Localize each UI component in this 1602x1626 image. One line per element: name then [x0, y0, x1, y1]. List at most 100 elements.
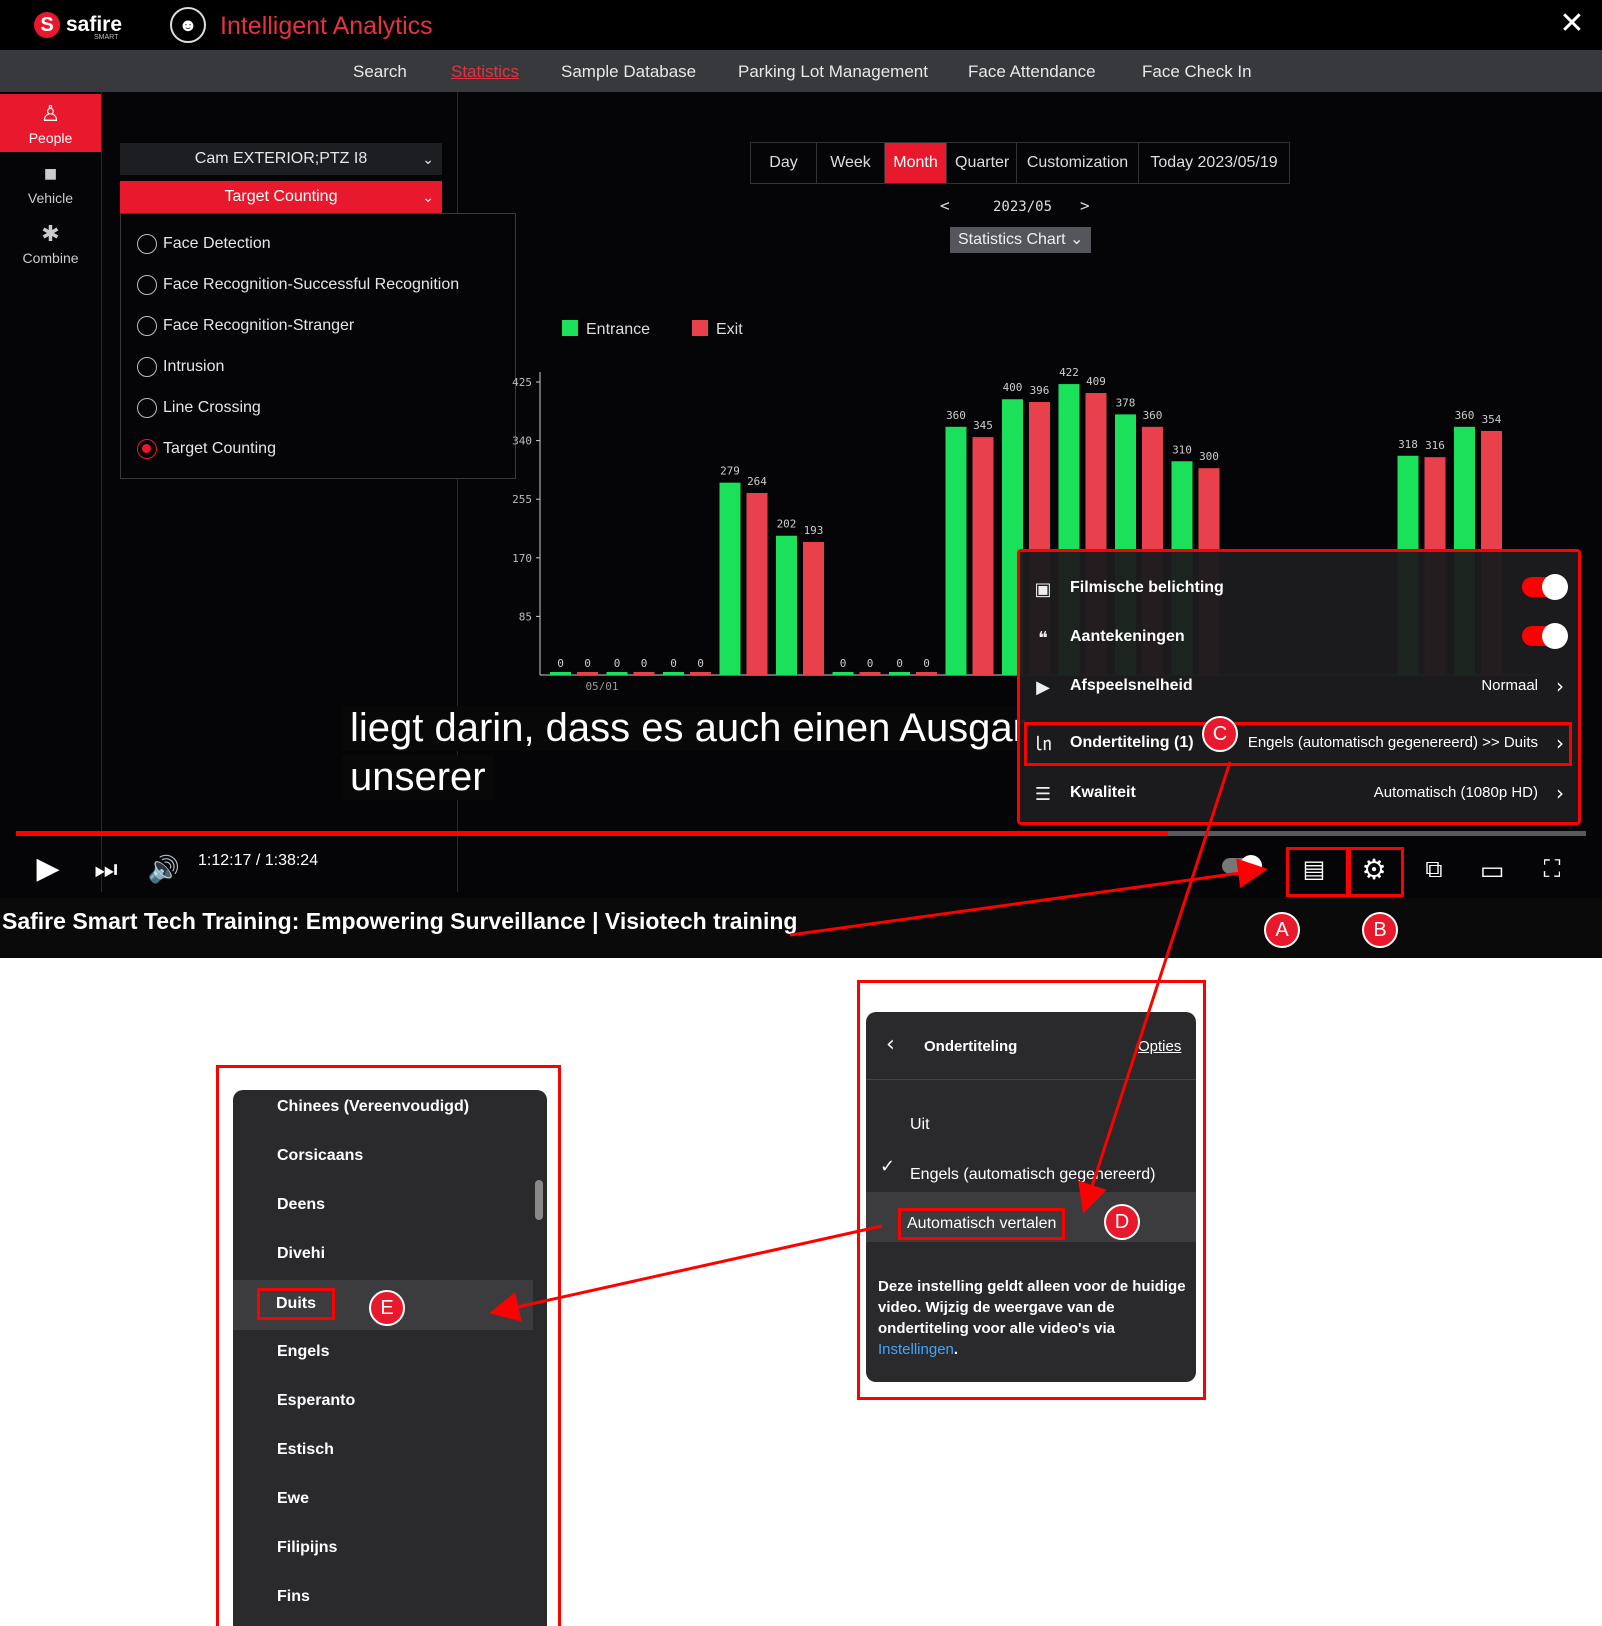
radio-icon — [137, 275, 157, 295]
language-item-selected[interactable]: Duits — [257, 1288, 335, 1320]
bar-exit — [916, 672, 937, 675]
event-target-counting[interactable]: Target Counting — [137, 439, 276, 459]
event-line-crossing[interactable]: Line Crossing — [137, 398, 261, 418]
subtitle-line-2: unserer — [342, 755, 494, 800]
language-item[interactable]: Ewe — [277, 1490, 309, 1508]
annotations-icon: ❝ — [1038, 628, 1048, 648]
miniplayer-icon[interactable]: ⧉ — [1416, 852, 1452, 888]
playback-speed-icon: ▶ — [1036, 677, 1050, 697]
language-item[interactable]: Fins — [277, 1588, 310, 1606]
tab-customization[interactable]: Customization — [1017, 143, 1139, 183]
subtitle-option-off[interactable]: Uit — [910, 1116, 930, 1134]
settings-link[interactable]: Instellingen — [878, 1341, 954, 1358]
settings-row-quality[interactable]: ☰ Kwaliteit Automatisch (1080p HD) › — [1020, 769, 1578, 819]
data-label: 0 — [867, 657, 874, 670]
nav-statistics[interactable]: Statistics — [451, 62, 519, 82]
nav-face-attendance[interactable]: Face Attendance — [968, 62, 1096, 82]
data-label: 378 — [1116, 396, 1136, 409]
close-icon[interactable]: ✕ — [1556, 8, 1588, 40]
nav-face-check-in[interactable]: Face Check In — [1142, 62, 1252, 82]
settings-row-speed[interactable]: ▶ Afspeelsnelheid Normaal › — [1020, 662, 1578, 712]
theater-icon[interactable]: ▭ — [1474, 852, 1510, 888]
chevron-down-icon: ⌄ — [1070, 231, 1084, 248]
data-label: 396 — [1030, 384, 1050, 397]
note-end: . — [953, 1341, 959, 1358]
data-label: 264 — [747, 475, 767, 488]
subtitle-option-english-auto[interactable]: Engels (automatisch gegenereerd) — [910, 1166, 1155, 1184]
event-label: Intrusion — [163, 358, 225, 376]
settings-row-annotations[interactable]: ❝ Aantekeningen — [1020, 613, 1578, 663]
event-label: Face Detection — [163, 235, 271, 253]
combine-icon: ✱ — [41, 221, 60, 246]
language-item[interactable]: Estisch — [277, 1441, 334, 1459]
bar-exit — [633, 672, 655, 675]
language-item[interactable]: Esperanto — [277, 1392, 355, 1410]
camera-select[interactable]: Cam EXTERIOR;PTZ I8 ⌄ — [120, 143, 442, 175]
subtitles-options-link[interactable]: Opties — [1138, 1038, 1181, 1055]
bar-entrance — [832, 672, 854, 675]
annotation-badge-a: A — [1264, 912, 1300, 948]
radio-icon — [137, 398, 157, 418]
language-list: Chinees (Vereenvoudigd) Corsicaans Deens… — [233, 1090, 547, 1626]
event-face-recognition-success[interactable]: Face Recognition-Successful Recognition — [137, 275, 459, 295]
sidebar-item-people[interactable]: ♙ People — [0, 94, 101, 152]
language-item[interactable]: Chinees (Vereenvoudigd) — [277, 1098, 469, 1116]
chevron-right-icon: › — [1556, 731, 1564, 755]
check-icon: ✓ — [880, 1156, 896, 1177]
bar-exit — [972, 437, 994, 675]
settings-label: Afspeelsnelheid — [1070, 677, 1193, 694]
chevron-left-icon[interactable]: < — [940, 196, 950, 215]
language-scrollbar[interactable] — [535, 1180, 543, 1220]
volume-icon[interactable]: 🔊 — [146, 851, 182, 887]
language-item[interactable]: Filipijns — [277, 1539, 337, 1557]
chevron-right-icon[interactable]: > — [1080, 196, 1090, 215]
annotations-toggle[interactable] — [1522, 623, 1568, 649]
progress-bar[interactable] — [16, 831, 1586, 836]
next-icon[interactable]: ⏭ — [88, 851, 124, 887]
language-item[interactable]: Divehi — [277, 1245, 325, 1263]
event-face-recognition-stranger[interactable]: Face Recognition-Stranger — [137, 316, 354, 336]
nav-sample-database[interactable]: Sample Database — [561, 62, 696, 82]
settings-value: Engels (automatisch gegenereerd) >> Duit… — [1247, 734, 1538, 751]
tab-today[interactable]: Today 2023/05/19 — [1139, 143, 1289, 183]
data-label: 360 — [946, 409, 966, 422]
chevron-left-icon[interactable]: ‹ — [886, 1032, 895, 1057]
target-select[interactable]: Target Counting ⌄ — [120, 181, 442, 213]
event-intrusion[interactable]: Intrusion — [137, 357, 224, 377]
nav-search[interactable]: Search — [353, 62, 407, 82]
bar-exit — [690, 672, 711, 675]
tab-quarter[interactable]: Quarter — [947, 143, 1017, 183]
event-face-detection[interactable]: Face Detection — [137, 234, 271, 254]
subtitle-option-auto-translate[interactable]: Automatisch vertalen — [898, 1208, 1066, 1240]
settings-row-subtitles[interactable]: ㏑ Ondertiteling (1) Engels (automatisch … — [1020, 719, 1578, 769]
video-player[interactable]: S safire SMART ☻ Intelligent Analytics ✕… — [0, 0, 1602, 958]
play-icon[interactable]: ▶ — [30, 851, 66, 887]
chart-type-select[interactable]: Statistics Chart ⌄ — [950, 227, 1092, 253]
data-label: 422 — [1059, 366, 1079, 379]
settings-menu: ▣ Filmische belichting ❝ Aantekeningen ▶… — [1017, 549, 1581, 825]
vehicle-icon: ■ — [43, 161, 58, 186]
tab-week[interactable]: Week — [817, 143, 885, 183]
settings-row-ambient[interactable]: ▣ Filmische belichting — [1020, 564, 1578, 614]
sidebar-item-vehicle[interactable]: ■ Vehicle — [0, 154, 101, 212]
data-label: 360 — [1455, 409, 1475, 422]
language-item[interactable]: Engels — [277, 1343, 329, 1361]
language-item[interactable]: Deens — [277, 1196, 325, 1214]
tab-month[interactable]: Month — [885, 143, 947, 183]
bar-entrance — [663, 672, 684, 675]
tab-day[interactable]: Day — [751, 143, 817, 183]
data-label: 400 — [1003, 381, 1023, 394]
main-nav: Search Statistics Sample Database Parkin… — [0, 50, 1602, 92]
autoplay-toggle[interactable] — [1222, 855, 1262, 877]
current-month: 2023/05 — [993, 199, 1053, 215]
fullscreen-icon[interactable]: ⛶ — [1534, 852, 1570, 888]
nav-parking-lot[interactable]: Parking Lot Management — [738, 62, 928, 82]
subtitles-panel-header: ‹ Ondertiteling Opties — [866, 1012, 1196, 1080]
settings-label: Filmische belichting — [1070, 579, 1224, 596]
language-item[interactable]: Corsicaans — [277, 1147, 363, 1165]
data-label: 409 — [1086, 375, 1106, 388]
ambient-toggle[interactable] — [1522, 574, 1568, 600]
data-label: 0 — [614, 657, 621, 670]
brain-icon: ☻ — [170, 7, 206, 43]
sidebar-item-combine[interactable]: ✱ Combine — [0, 214, 101, 272]
